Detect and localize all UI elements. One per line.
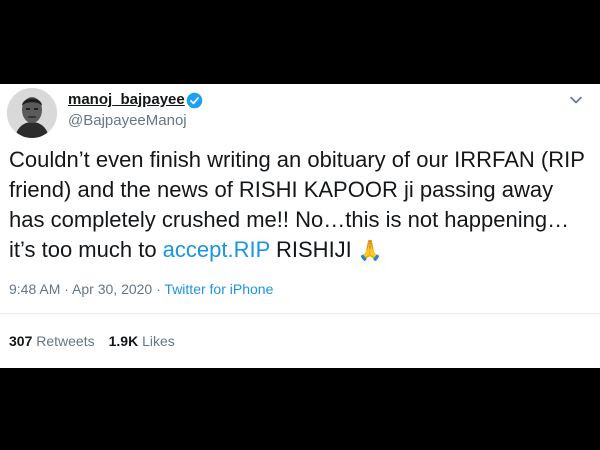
retweets-label: Retweets — [32, 333, 95, 349]
tweet-meta: 9:48 AM · Apr 30, 2020 · Twitter for iPh… — [9, 280, 273, 298]
tweet-text: Couldn’t even finish writing an obituary… — [9, 145, 589, 266]
author-handle[interactable]: @BajpayeeManoj — [68, 112, 187, 130]
tweet-card: manoj_bajpayee @BajpayeeManoj Couldn’t e… — [0, 84, 600, 368]
retweets-count: 307 — [9, 333, 33, 349]
retweets-stat[interactable]: 307 Retweets — [9, 333, 95, 349]
meta-separator: · — [60, 281, 73, 297]
likes-label: Likes — [138, 333, 175, 349]
tweet-stats: 307 Retweets 1.9K Likes — [9, 332, 175, 350]
likes-count: 1.9K — [108, 333, 139, 349]
avatar[interactable] — [7, 88, 57, 138]
folded-hands-emoji: 🙏 — [357, 240, 383, 262]
likes-stat[interactable]: 1.9K Likes — [109, 333, 175, 349]
tweet-text-link[interactable]: accept.RIP — [163, 237, 270, 262]
tweet-date[interactable]: Apr 30, 2020 — [72, 281, 152, 297]
verified-badge-icon — [186, 92, 203, 109]
tweet-source-link[interactable]: Twitter for iPhone — [164, 281, 273, 297]
chevron-down-icon[interactable] — [569, 93, 583, 107]
divider — [0, 313, 600, 314]
tweet-time[interactable]: 9:48 AM — [9, 281, 60, 297]
meta-separator-2: · — [152, 281, 165, 297]
tweet-text-ending: RISHIJI — [269, 237, 358, 262]
author-display-name[interactable]: manoj_bajpayee — [68, 90, 185, 110]
avatar-image — [7, 88, 57, 138]
